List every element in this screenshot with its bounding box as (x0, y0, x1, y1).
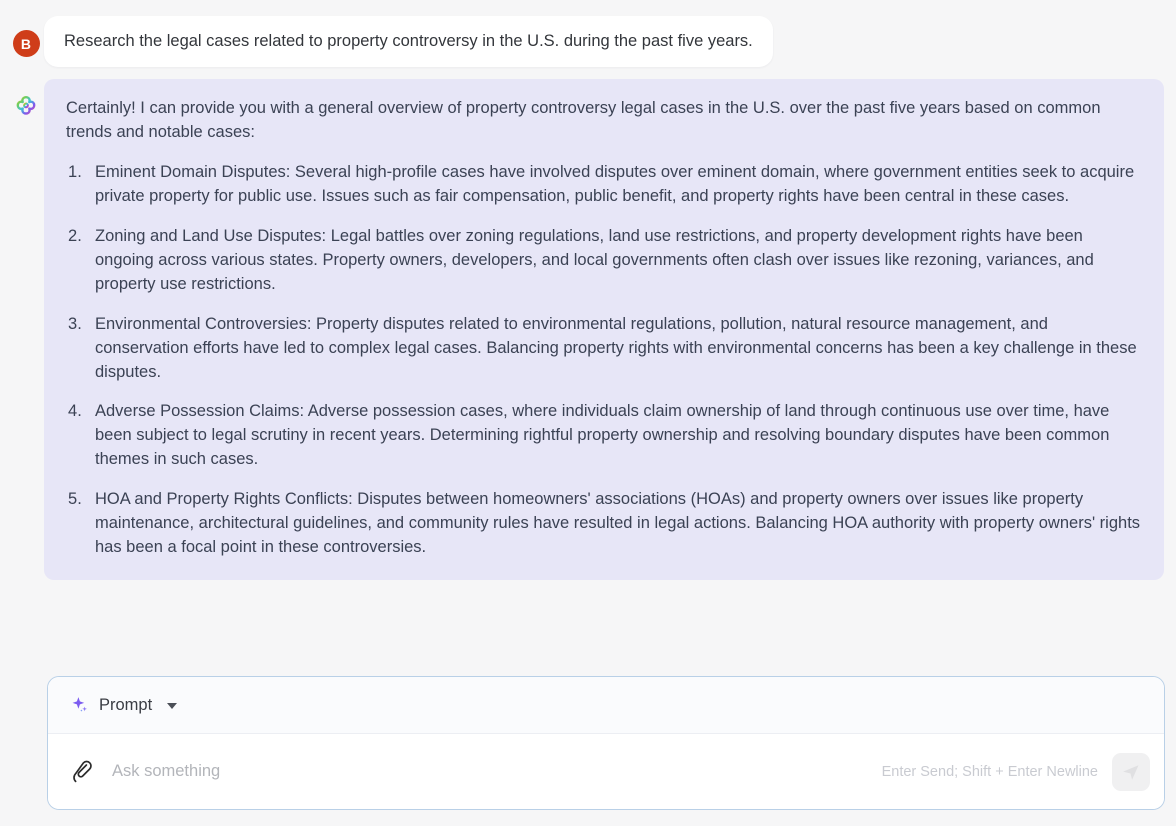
message-row-user: B Research the legal cases related to pr… (0, 8, 1176, 68)
chevron-down-icon[interactable] (167, 703, 178, 709)
assistant-intro-paragraph: Certainly! I can provide you with a gene… (66, 99, 1101, 142)
assistant-clover-icon (11, 93, 41, 123)
conversation-scroll-area[interactable]: B Research the legal cases related to pr… (0, 0, 1176, 660)
list-item: HOA and Property Rights Conflicts: Dispu… (68, 488, 1141, 557)
avatar-slot (8, 79, 44, 123)
prompt-label: Prompt (99, 695, 153, 714)
send-button[interactable] (1112, 752, 1150, 791)
list-item: Eminent Domain Disputes: Several high-pr… (68, 161, 1135, 206)
sparkle-icon (70, 695, 90, 715)
prompt-mode-selector[interactable]: Prompt (48, 677, 1164, 734)
assistant-answer-list: Eminent Domain Disputes: Several high-pr… (66, 161, 1142, 560)
send-hint-text: Enter Send; Shift + Enter Newline (881, 763, 1098, 780)
list-item: Adverse Possession Claims: Adverse posse… (68, 400, 1110, 469)
list-item: Zoning and Land Use Disputes: Legal batt… (68, 225, 1094, 293)
user-avatar-letter: B (12, 30, 40, 57)
user-message-bubble: Research the legal cases related to prop… (44, 16, 773, 68)
avatar-slot: B (8, 16, 44, 57)
composer-input-row: Ask something Enter Send; Shift + Enter … (48, 734, 1164, 809)
list-item: Environmental Controversies: Property di… (68, 313, 1137, 381)
composer-panel: Prompt Ask something Enter Send; Shift +… (47, 676, 1165, 810)
assistant-message-bubble: Certainly! I can provide you with a gene… (44, 79, 1164, 581)
paperclip-icon[interactable] (70, 760, 94, 784)
message-row-assistant: Certainly! I can provide you with a gene… (0, 67, 1176, 581)
search-input[interactable]: Ask something (112, 762, 882, 781)
